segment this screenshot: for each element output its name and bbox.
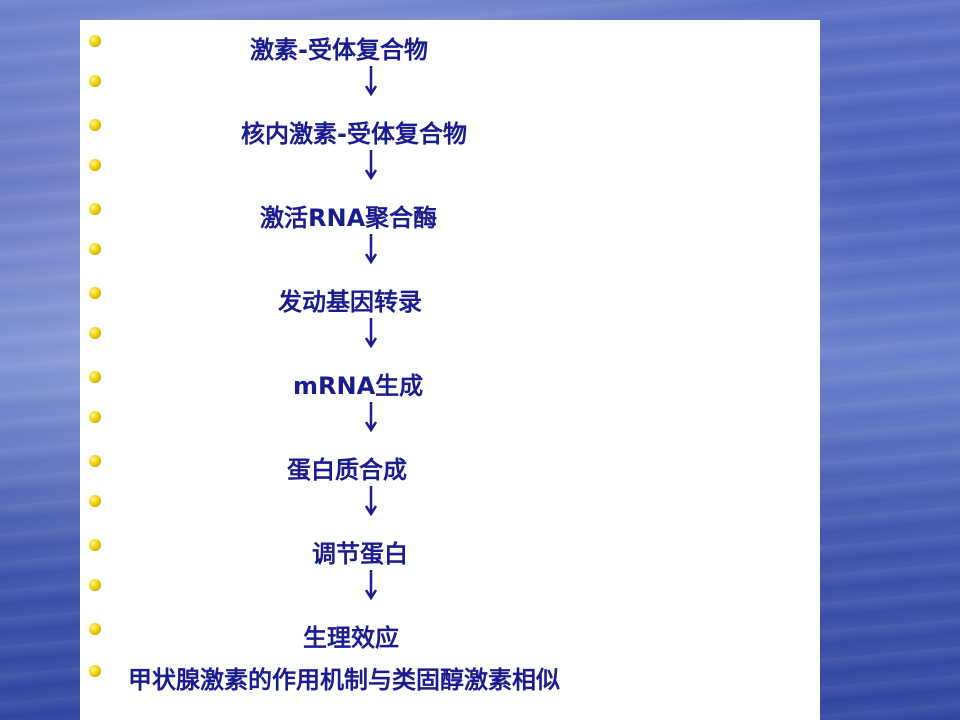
step-label: 激活RNA聚合酶 xyxy=(260,204,438,232)
bullet-icon xyxy=(89,455,101,467)
down-arrow-icon xyxy=(364,234,378,264)
list-item: mRNA生成 xyxy=(80,360,820,400)
step-label: 激素-受体复合物 xyxy=(250,36,428,64)
down-arrow-icon xyxy=(364,66,378,96)
bullet-icon xyxy=(89,539,101,551)
bullet-icon xyxy=(89,327,101,339)
list-item xyxy=(80,232,820,272)
step-label: mRNA生成 xyxy=(293,372,424,400)
down-arrow-icon xyxy=(364,402,378,432)
bullet-icon xyxy=(89,119,101,131)
down-arrow-icon xyxy=(364,318,378,348)
bullet-icon xyxy=(89,371,101,383)
list-item: 调节蛋白 xyxy=(80,528,820,568)
conclusion-text: 甲状腺激素的作用机制与类固醇激素相似 xyxy=(128,666,560,694)
bullet-icon xyxy=(89,623,101,635)
bullet-icon xyxy=(89,203,101,215)
step-label: 生理效应 xyxy=(303,624,399,652)
bullet-icon xyxy=(89,495,101,507)
list-item: 激素-受体复合物 xyxy=(80,24,820,64)
bullet-icon xyxy=(89,287,101,299)
step-label: 发动基因转录 xyxy=(278,288,422,316)
step-label: 调节蛋白 xyxy=(312,540,408,568)
step-label: 蛋白质合成 xyxy=(287,456,407,484)
bullet-icon xyxy=(89,35,101,47)
down-arrow-icon xyxy=(364,150,378,180)
bullet-icon xyxy=(89,243,101,255)
list-item xyxy=(80,400,820,440)
step-label: 核内激素-受体复合物 xyxy=(241,120,467,148)
list-item: 甲状腺激素的作用机制与类固醇激素相似 xyxy=(80,654,820,694)
list-item xyxy=(80,64,820,104)
list-item: 蛋白质合成 xyxy=(80,444,820,484)
list-item: 生理效应 xyxy=(80,612,820,652)
list-item: 发动基因转录 xyxy=(80,276,820,316)
list-item: 核内激素-受体复合物 xyxy=(80,108,820,148)
down-arrow-icon xyxy=(364,486,378,516)
bullet-icon xyxy=(89,159,101,171)
list-item xyxy=(80,568,820,608)
down-arrow-icon xyxy=(364,570,378,600)
bullet-icon xyxy=(89,75,101,87)
bullet-icon xyxy=(89,665,101,677)
list-item xyxy=(80,148,820,188)
list-item xyxy=(80,316,820,356)
bullet-icon xyxy=(89,411,101,423)
bullet-icon xyxy=(89,579,101,591)
list-item xyxy=(80,484,820,524)
list-item: 激活RNA聚合酶 xyxy=(80,192,820,232)
